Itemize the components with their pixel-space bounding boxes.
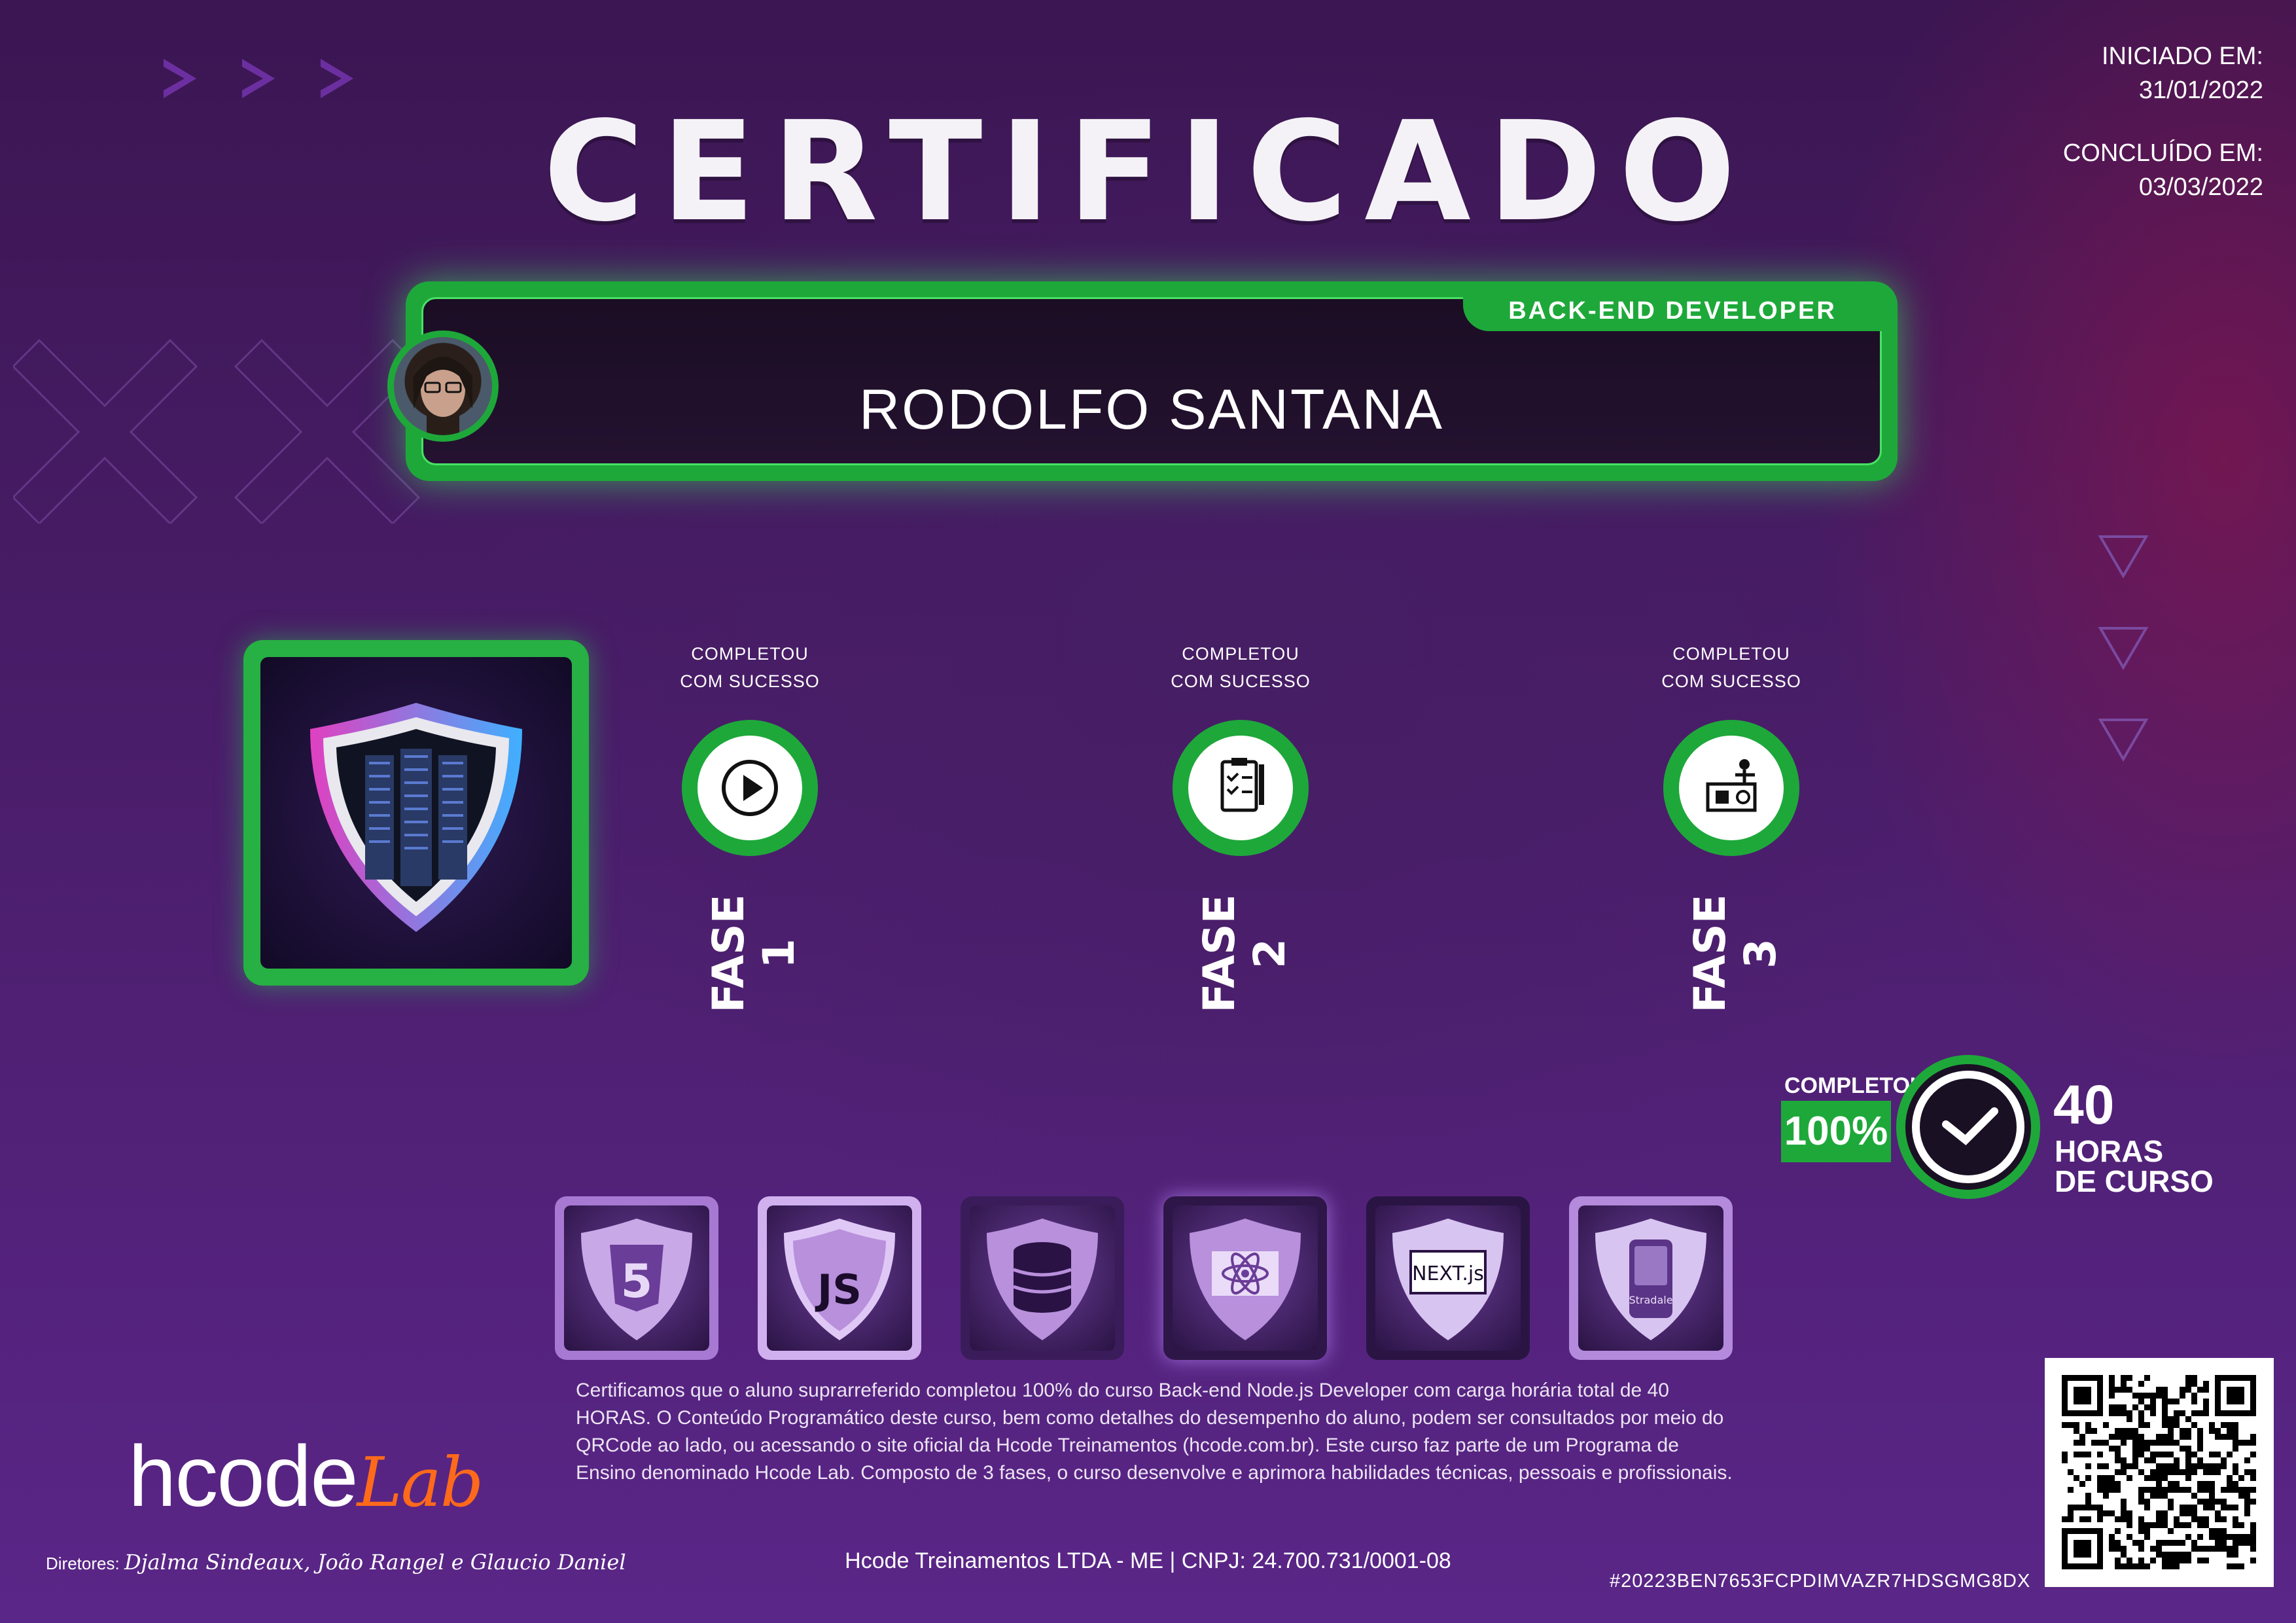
clock-badge — [1896, 1055, 2040, 1199]
phase-caption: COM SUCESSO — [1171, 671, 1311, 691]
completion-percent: 100% — [1781, 1101, 1891, 1162]
started-label: INICIADO EM: — [2101, 43, 2263, 70]
tech-badge-label: 5 — [621, 1255, 653, 1308]
qr-code[interactable] — [2045, 1358, 2274, 1587]
certificate-title: CERTIFICADO — [543, 92, 1753, 252]
tech-badge-label: NEXT.js — [1412, 1262, 1484, 1285]
qr-code-icon — [2062, 1375, 2256, 1569]
course-badge — [243, 640, 589, 986]
database-icon — [987, 1219, 1098, 1340]
certificate-page: CERTIFICADO INICIADO EM: 31/01/2022 CONC… — [0, 0, 2296, 1623]
phase-ring — [1663, 720, 1799, 856]
certificate-hash: #20223BEN7653FCPDIMVAZR7HDSGMG8DX — [1610, 1571, 2031, 1592]
avatar-photo — [394, 337, 492, 435]
logo-accent: Lab — [357, 1442, 484, 1522]
student-name: RODOLFO SANTANA — [859, 378, 1444, 441]
face-icon — [414, 357, 472, 435]
phase-caption: COM SUCESSO — [1661, 671, 1801, 691]
logo-main: hcode — [128, 1428, 359, 1524]
certification-text: Certificamos que o aluno suprarreferido … — [576, 1380, 1733, 1484]
role-tab: BACK-END DEVELOPER — [1463, 291, 1882, 331]
phase-ring — [1173, 720, 1309, 856]
finished-date: 03/03/2022 — [2138, 173, 2263, 201]
nextjs-icon: NEXT.js — [1392, 1219, 1504, 1340]
tech-badge-javascript: JS — [758, 1196, 921, 1360]
react-icon — [1190, 1219, 1301, 1340]
phase-1: COMPLETOU COM SUCESSO — [652, 640, 848, 856]
phase-2: COMPLETOU COM SUCESSO — [1142, 640, 1339, 856]
tech-badge-react — [1163, 1196, 1327, 1360]
phase-1-label: FASE 1 — [703, 894, 804, 1013]
html5-icon: 5 — [581, 1219, 692, 1340]
phase-3-label: FASE 3 — [1685, 894, 1786, 1013]
avatar — [387, 330, 499, 442]
tech-badge-html5: 5 — [555, 1196, 718, 1360]
tech-badge-database — [961, 1196, 1124, 1360]
tech-badge-label: JS — [815, 1266, 862, 1313]
clock-icon — [1912, 1071, 2024, 1183]
finished-label: CONCLUÍDO EM: — [2062, 139, 2263, 167]
phase-3: COMPLETOU COM SUCESSO — [1633, 640, 1829, 856]
down-arrows-decoration-icon — [2098, 535, 2149, 762]
tech-badge-label: Stradale — [1629, 1294, 1672, 1306]
hours-line-2: DE CURSO — [2055, 1164, 2214, 1198]
checklist-icon — [1220, 758, 1264, 812]
started-date: 31/01/2022 — [2138, 77, 2263, 104]
hours-text: HORAS DE CURSO — [2055, 1136, 2214, 1196]
hcode-lab-logo: hcodeLab — [128, 1427, 484, 1525]
phase-ring — [682, 720, 818, 856]
server-shield-icon — [310, 703, 522, 932]
javascript-icon: JS — [784, 1219, 895, 1340]
phase-caption: COM SUCESSO — [680, 671, 820, 691]
name-plate: RODOLFO SANTANA BACK-END DEVELOPER — [406, 281, 1898, 481]
hours-number: 40 — [2053, 1074, 2115, 1135]
tech-badge-car-app: Stradale — [1569, 1196, 1733, 1360]
phase-caption: COMPLETOU — [1672, 644, 1790, 664]
play-icon — [722, 760, 778, 816]
phase-caption: COMPLETOU — [691, 644, 809, 664]
hours-line-1: HORAS — [2055, 1134, 2164, 1168]
tech-badge-nextjs: NEXT.js — [1366, 1196, 1530, 1360]
course-badge-art — [260, 657, 572, 969]
phase-2-label: FASE 2 — [1194, 894, 1295, 1013]
car-app-icon: Stradale — [1595, 1219, 1706, 1340]
dates-block: INICIADO EM: 31/01/2022 CONCLUÍDO EM: 03… — [2063, 39, 2263, 204]
phase-caption: COMPLETOU — [1182, 644, 1299, 664]
presentation-icon — [1706, 759, 1757, 812]
